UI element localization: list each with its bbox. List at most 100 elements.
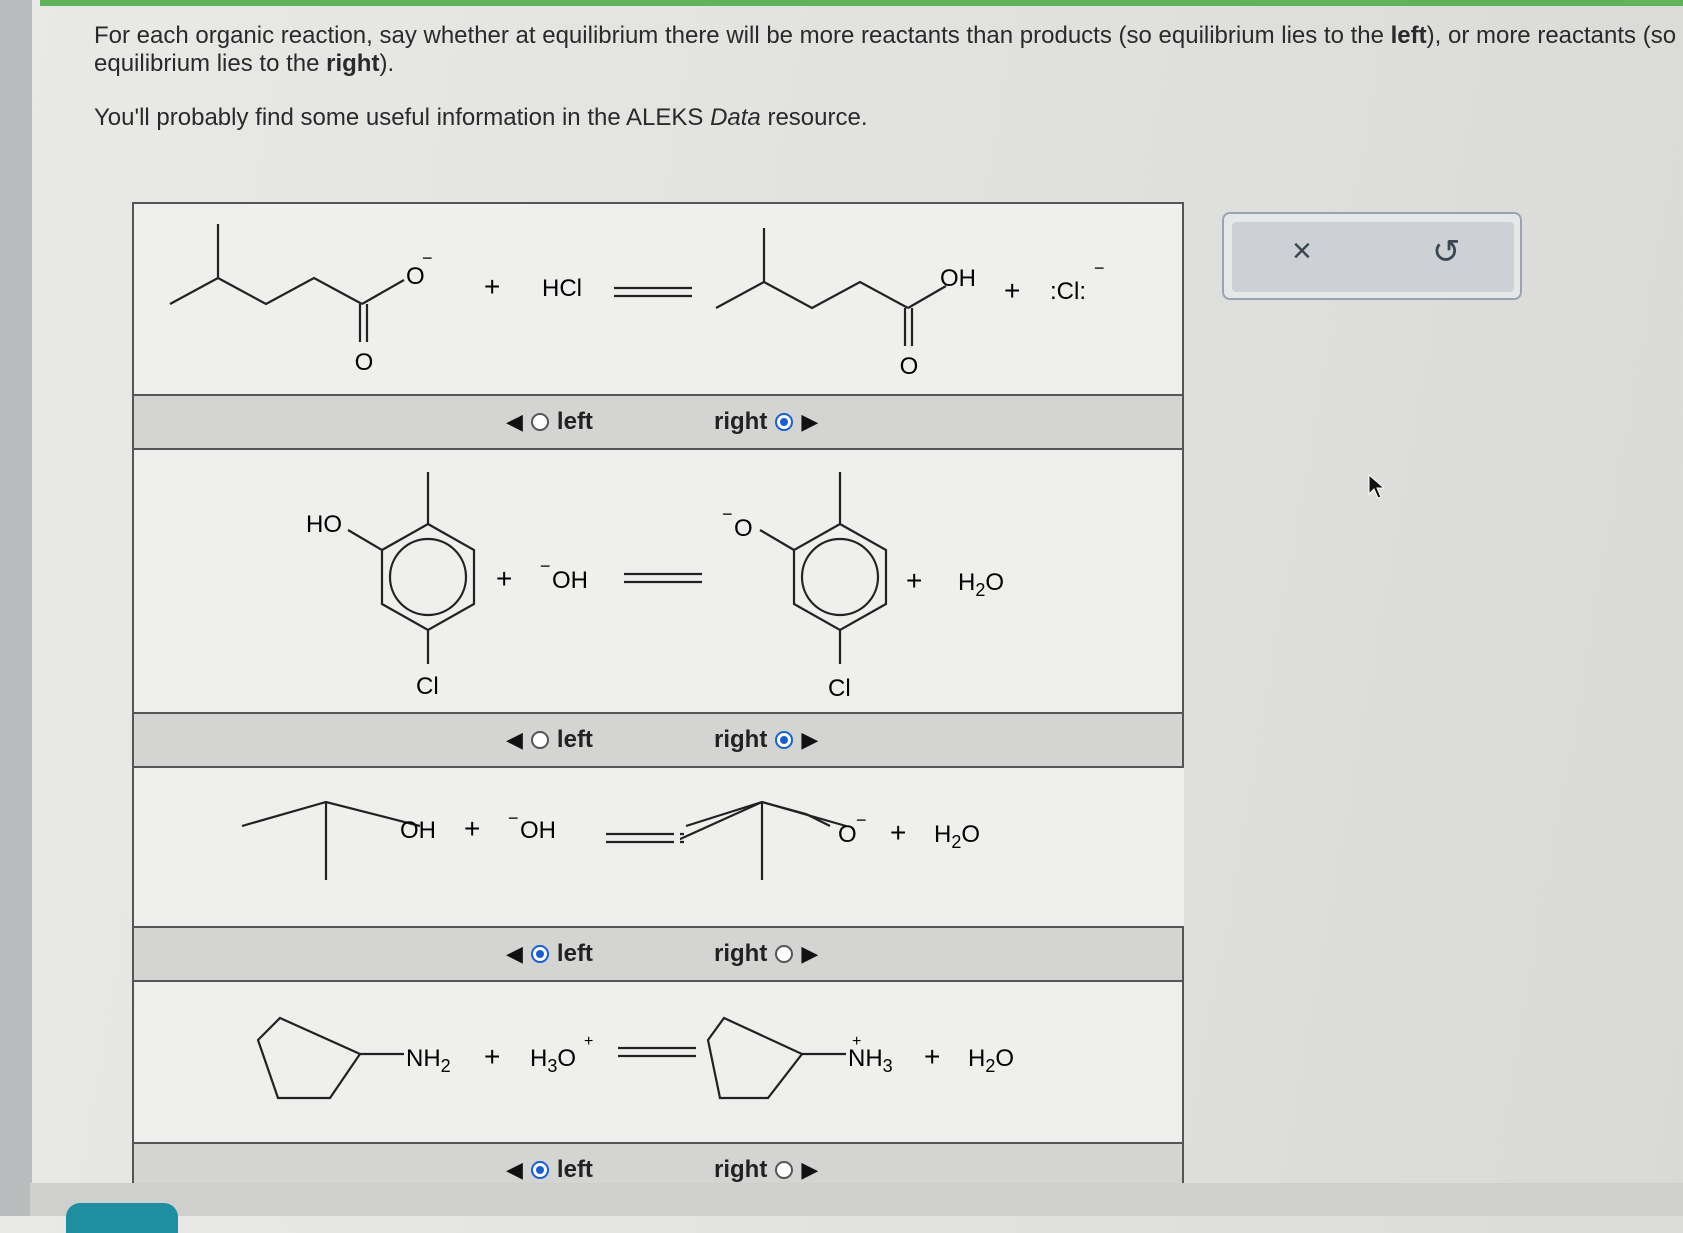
negative-charge: − [856,810,867,830]
positive-charge: + [852,1033,861,1050]
option-left[interactable]: ◀ left [506,726,593,754]
radio-left[interactable] [530,731,549,749]
plus-sign: + [484,1041,500,1072]
radio-right[interactable] [775,945,794,963]
option-left[interactable]: ◀ left [506,1156,593,1184]
reaction-1: O O − + HCl O OH + :Cl: − [134,204,1182,394]
water: H2O [958,569,1004,600]
chloride-ion: :Cl: [1050,278,1086,305]
water-o: O [961,821,980,848]
plus-sign: + [1004,275,1020,306]
alkoxide-o: O [838,821,857,848]
ammonium-sub: 3 [883,1056,893,1076]
answer-bar-3: ◀ left right ▶ [134,926,1182,982]
radio-right[interactable] [775,1161,794,1179]
reaction-3: OH + − OH O − + H2O [134,768,1184,926]
left-arrow-icon: ◀ [506,727,523,752]
bottom-bar [30,1183,1683,1216]
plus-sign: + [890,817,906,848]
plus-sign: + [924,1041,940,1072]
plus-sign: + [464,813,480,844]
right-arrow-icon: ▶ [801,941,819,966]
right-label: right [714,1156,768,1183]
prompt-text: For each organic reaction, say whether a… [94,22,1391,49]
mouse-cursor-icon [1368,474,1386,499]
hydroxide: OH [552,567,588,594]
amine: NH2 [406,1045,451,1076]
chloro: Cl [828,675,851,702]
negative-charge: − [1094,258,1105,278]
water-o: O [985,569,1004,596]
answer-bar-2: ◀ left right ▶ [134,712,1182,768]
amine-nh: NH [406,1045,441,1072]
prompt-right-word: right [326,50,380,77]
water-sub: 2 [975,580,985,600]
radio-right[interactable] [775,731,794,749]
chloro: Cl [416,673,439,700]
water-sub: 2 [951,832,961,852]
prompt-line-2: You'll probably find some useful informa… [94,104,1683,132]
hcl: HCl [542,275,582,302]
carbonyl-o: O [355,349,374,376]
positive-charge: + [584,1033,593,1050]
prompt-text: ). [379,50,395,77]
left-label: left [556,1156,593,1183]
prompt-line-1: For each organic reaction, say whether a… [94,22,1683,78]
negative-charge: − [508,808,519,828]
hydronium-h: H [530,1045,547,1072]
undo-icon[interactable]: ↺ [1432,232,1461,272]
data-resource-link: Data [710,104,761,131]
water-h: H [934,821,951,848]
radio-right[interactable] [775,413,794,431]
option-right[interactable]: right ▶ [714,1156,818,1184]
reaction-panel: O O − + HCl O OH + :Cl: − ◀ left right ▶ [132,202,1184,1202]
prompt-left-word: left [1390,22,1427,49]
alcohol-oh: OH [400,817,436,844]
right-arrow-icon: ▶ [801,1157,819,1182]
reaction-3-graphic: OH + − OH O − + H2O [134,768,1184,926]
progress-bar [40,0,1683,6]
option-left[interactable]: ◀ left [506,940,593,968]
phenoxide-o: O [734,515,753,542]
hydronium-sub: 3 [547,1056,557,1076]
reaction-4-structures: NH2 + H3O + NH3 + + H2O [256,1016,1014,1100]
plus-sign: + [906,565,922,596]
reaction-1-structures: O O − + HCl O OH + :Cl: − [169,224,1105,380]
answer-bar-1: ◀ left right ▶ [134,394,1182,450]
option-left[interactable]: ◀ left [506,408,593,436]
negative-charge: − [540,556,551,576]
right-arrow-icon: ▶ [801,409,819,434]
explanation-button[interactable] [66,1203,178,1233]
right-label: right [714,726,768,753]
plus-sign: + [484,271,500,302]
hydroxide: OH [520,817,556,844]
left-arrow-icon: ◀ [506,409,523,434]
water-h: H [968,1045,985,1072]
hydronium: H3O [530,1045,576,1076]
answer-toolbar: × ↺ [1222,212,1522,300]
water-sub: 2 [985,1056,995,1076]
question-prompt: For each organic reaction, say whether a… [94,22,1683,132]
left-label: left [556,408,593,435]
option-right[interactable]: right ▶ [714,726,818,754]
option-right[interactable]: right ▶ [714,940,818,968]
carbonyl-o: O [900,353,919,380]
right-arrow-icon: ▶ [801,727,819,752]
amine-sub: 2 [441,1056,451,1076]
left-edge [0,0,32,1216]
water-o: O [995,1045,1014,1072]
water: H2O [968,1045,1014,1076]
acid-oh: OH [940,265,976,292]
left-arrow-icon: ◀ [506,1157,523,1182]
plus-sign: + [496,563,512,594]
radio-left[interactable] [530,413,549,431]
option-right[interactable]: right ▶ [714,408,818,436]
hydronium-o: O [557,1045,576,1072]
right-label: right [714,408,768,435]
left-arrow-icon: ◀ [506,941,523,966]
close-icon[interactable]: × [1292,232,1312,271]
negative-charge: − [722,504,733,524]
radio-left[interactable] [530,1161,549,1179]
radio-left[interactable] [530,945,549,963]
reaction-2: HO Cl + − OH − O Cl + H2O [134,450,1182,712]
